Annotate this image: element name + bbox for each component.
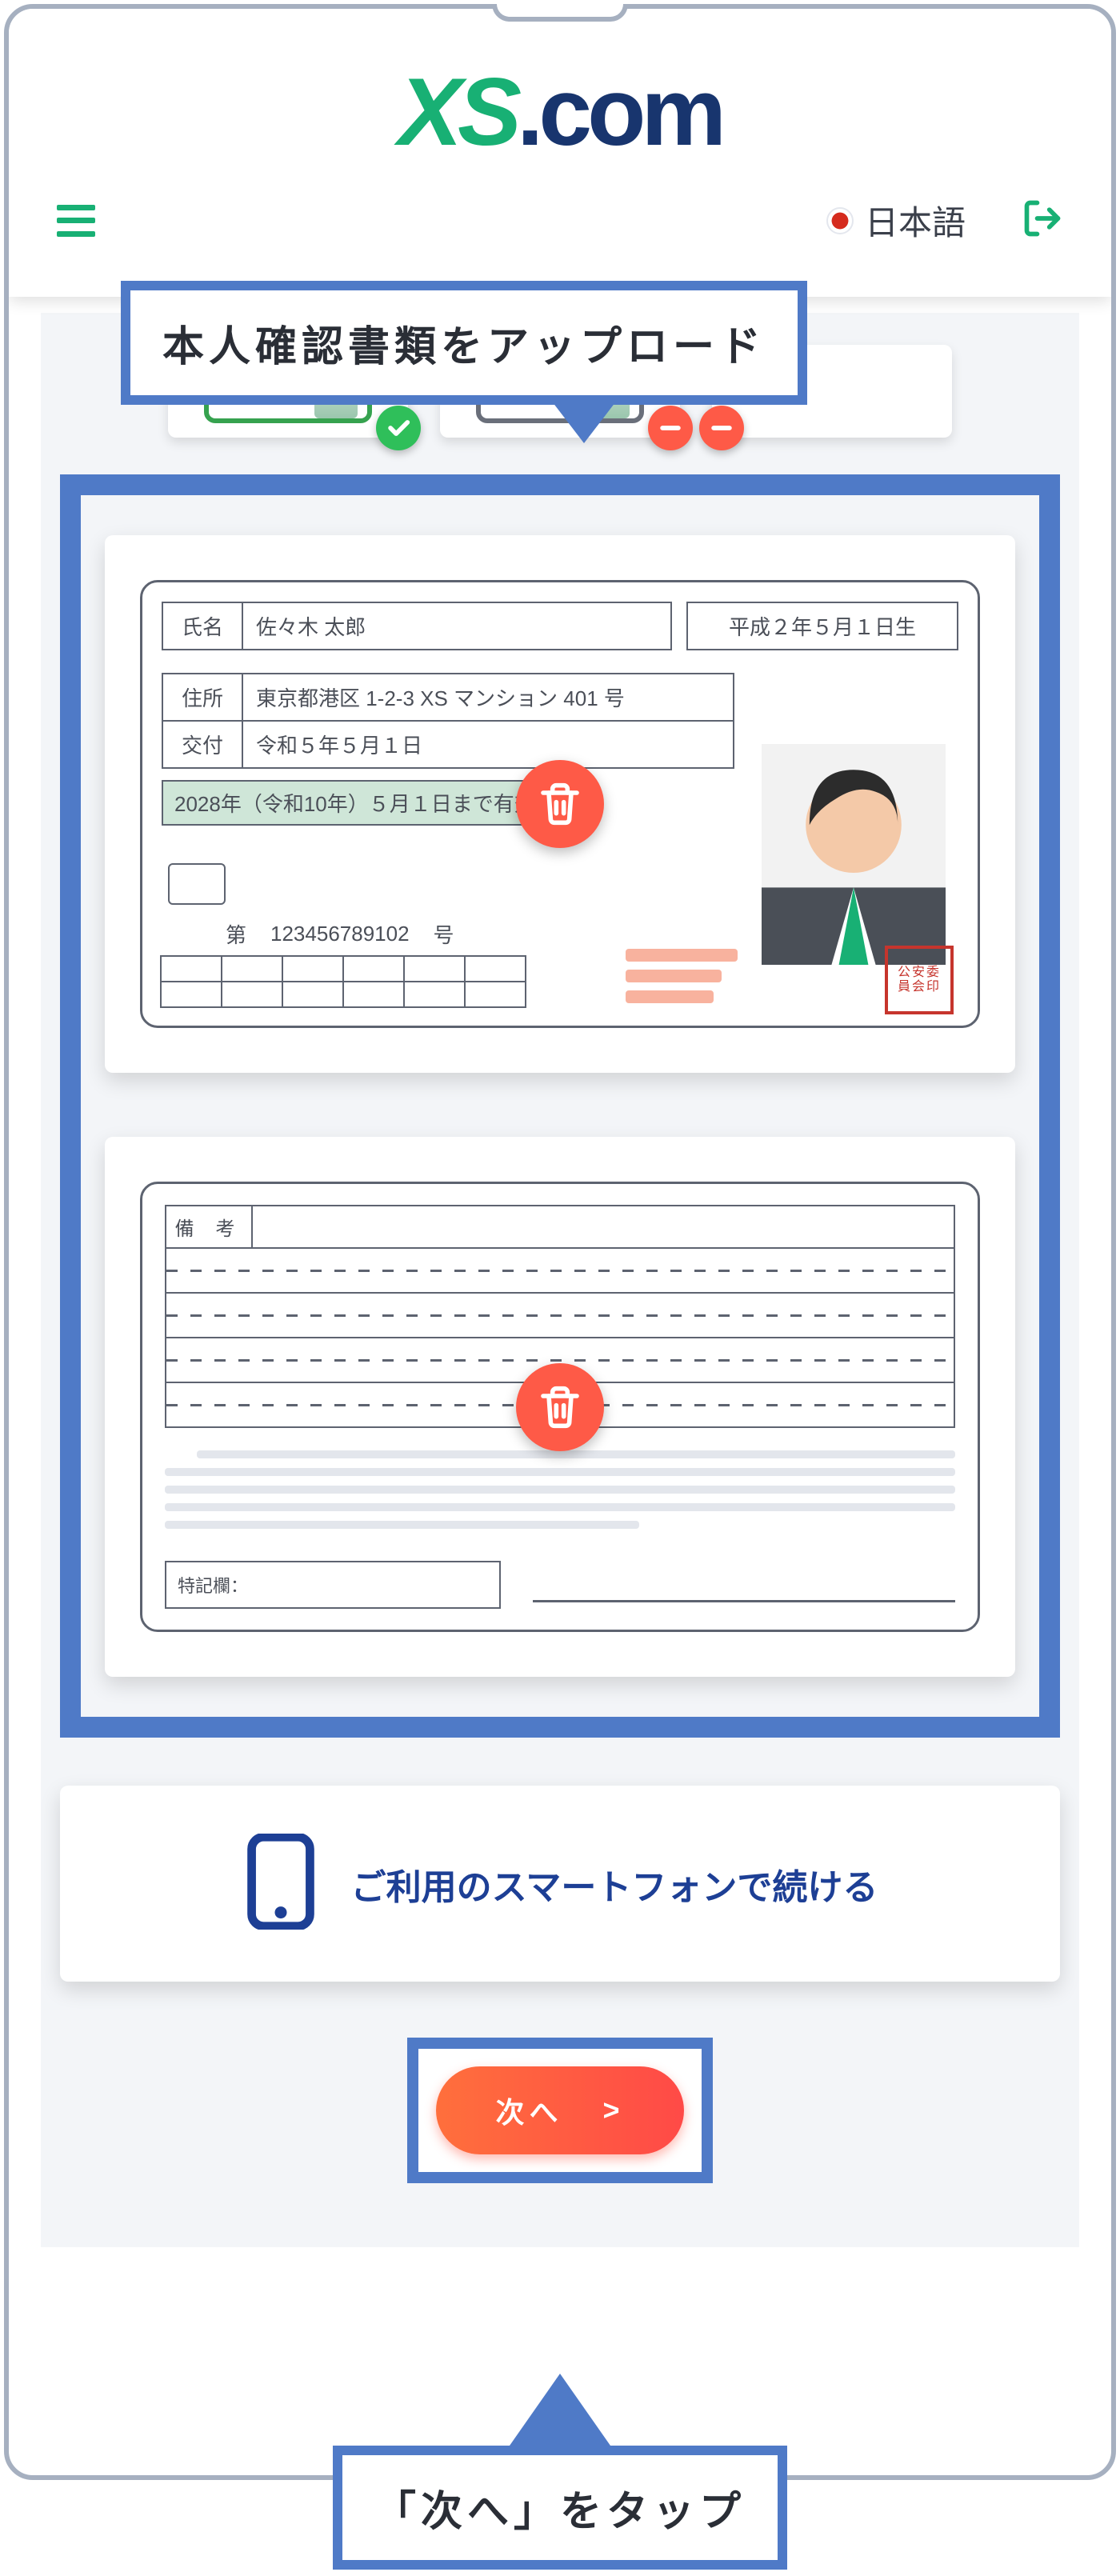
callout-upload-wrap: 本人確認書類をアップロード bbox=[121, 281, 807, 405]
id-seal: 公安委員会印 bbox=[885, 946, 954, 1014]
app-header: XS.com 日本語 bbox=[9, 9, 1111, 297]
id-back-paragraph bbox=[165, 1450, 955, 1529]
device-frame: XS.com 日本語 bbox=[4, 4, 1116, 2480]
minus-icon bbox=[699, 406, 744, 450]
callout-upload: 本人確認書類をアップロード bbox=[121, 281, 807, 405]
upload-slot-back: 備 考 特記欄： bbox=[105, 1137, 1015, 1677]
id-no-prefix: 第 bbox=[226, 919, 246, 949]
id-back-remarks-label: 備 考 bbox=[165, 1205, 253, 1249]
id-addr-label: 住所 bbox=[163, 674, 243, 720]
callout-tap-next: 「次へ」をタップ bbox=[333, 2446, 787, 2570]
continue-on-phone-label: ご利用のスマートフォンで続ける bbox=[351, 1858, 878, 1910]
delete-back-button[interactable] bbox=[516, 1363, 604, 1451]
minus-icon bbox=[648, 406, 693, 450]
id-photo-decor bbox=[626, 949, 738, 1003]
upload-slot-front: 氏名 佐々木 太郎 平成２年５月１日生 住所 東京都港区 1-2-3 XS マン… bbox=[105, 535, 1015, 1073]
id-issued-label: 交付 bbox=[163, 722, 243, 767]
id-addr-value: 東京都港区 1-2-3 XS マンション 401 号 bbox=[243, 674, 733, 720]
id-name-label: 氏名 bbox=[163, 603, 243, 649]
id-dob-value: 平成２年５月１日生 bbox=[686, 602, 958, 650]
next-button-highlight: 次へ > bbox=[407, 2038, 713, 2183]
checkmark-icon bbox=[376, 406, 421, 450]
logo-dotcom: .com bbox=[517, 57, 722, 167]
id-license-number: 123456789102 bbox=[270, 922, 410, 946]
next-button[interactable]: 次へ > bbox=[436, 2066, 684, 2154]
next-button-label: 次へ bbox=[495, 2090, 562, 2131]
language-label: 日本語 bbox=[865, 196, 966, 245]
continue-on-phone-card[interactable]: ご利用のスマートフォンで続ける bbox=[60, 1786, 1060, 1982]
id-name-value: 佐々木 太郎 bbox=[243, 603, 670, 649]
language-selector[interactable]: 日本語 bbox=[826, 196, 966, 245]
delete-front-button[interactable] bbox=[516, 760, 604, 848]
id-no-suffix: 号 bbox=[434, 919, 454, 949]
callout-next-wrap: 「次へ」をタップ bbox=[333, 2446, 787, 2570]
brand-logo: XS.com bbox=[9, 9, 1111, 167]
chevron-right-icon: > bbox=[602, 2094, 624, 2127]
upload-panel: 氏名 佐々木 太郎 平成２年５月１日生 住所 東京都港区 1-2-3 XS マン… bbox=[60, 474, 1060, 1738]
id-validity: 2028年（令和10年）５月１日まで有効 bbox=[162, 780, 578, 826]
content-area: 氏名 佐々木 太郎 平成２年５月１日生 住所 東京都港区 1-2-3 XS マン… bbox=[41, 313, 1079, 2247]
id-issued-value: 令和５年５月１日 bbox=[243, 722, 733, 767]
logo-xs: XS bbox=[398, 57, 517, 167]
device-notch bbox=[492, 4, 628, 22]
smartphone-icon bbox=[242, 1834, 319, 1934]
flag-jp-icon bbox=[826, 207, 854, 234]
menu-button[interactable] bbox=[57, 205, 95, 237]
id-back-special-label: 特記欄： bbox=[165, 1561, 501, 1609]
logout-button[interactable] bbox=[1022, 198, 1063, 243]
